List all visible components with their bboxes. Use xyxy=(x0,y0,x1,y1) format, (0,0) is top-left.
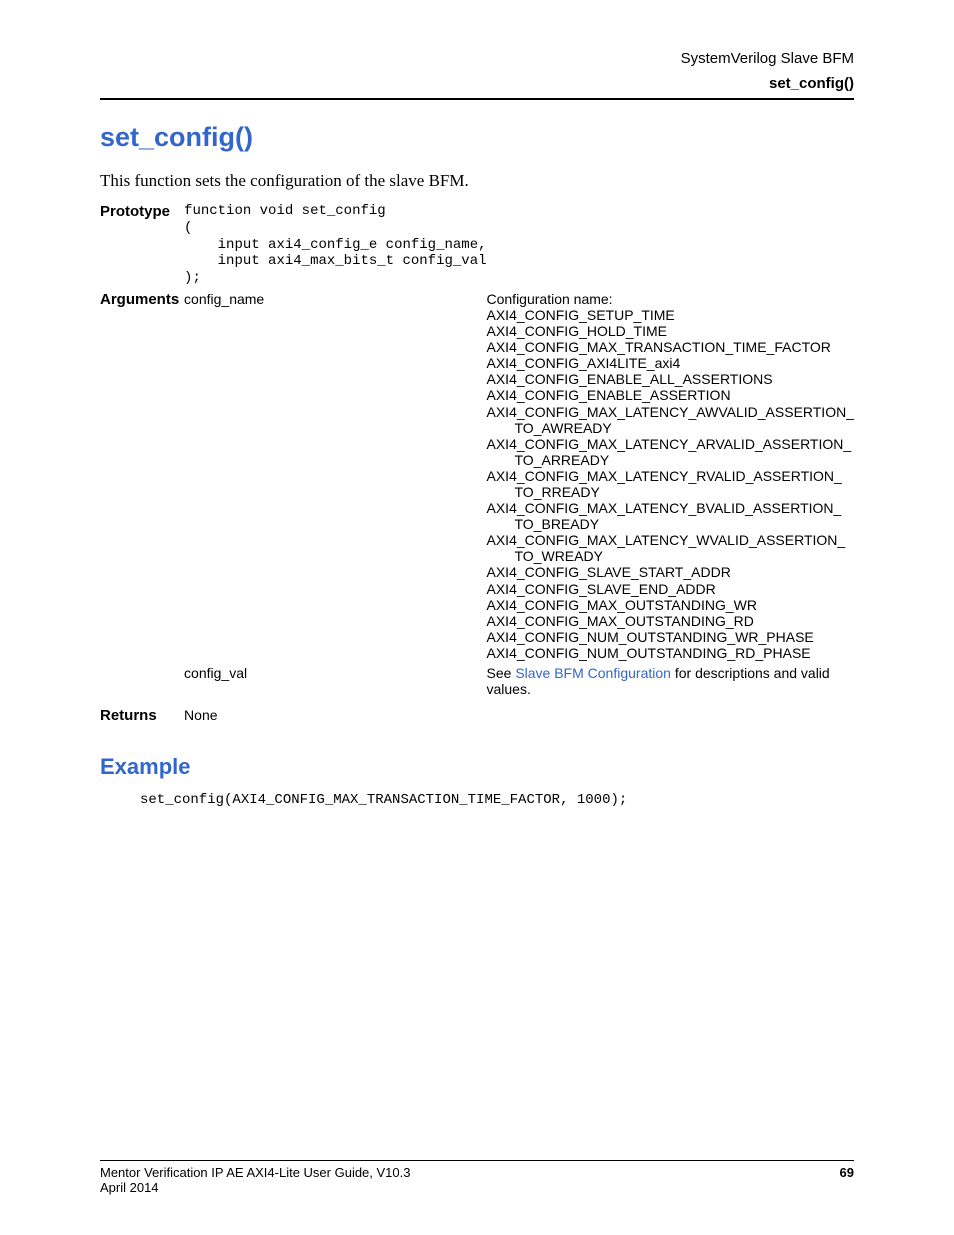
config-enum-item: AXI4_CONFIG_NUM_OUTSTANDING_RD_PHASE xyxy=(487,645,855,661)
config-name-list: AXI4_CONFIG_SETUP_TIMEAXI4_CONFIG_HOLD_T… xyxy=(487,307,855,661)
config-enum-item: AXI4_CONFIG_HOLD_TIME xyxy=(487,323,855,339)
config-val-prefix: See xyxy=(487,665,516,681)
returns-value: None xyxy=(184,701,486,728)
returns-label: Returns xyxy=(100,701,184,728)
page-number: 69 xyxy=(840,1165,854,1180)
config-enum-item: AXI4_CONFIG_ENABLE_ASSERTION xyxy=(487,387,855,403)
example-code: set_config(AXI4_CONFIG_MAX_TRANSACTION_T… xyxy=(100,792,854,808)
footer-title: Mentor Verification IP AE AXI4-Lite User… xyxy=(100,1165,410,1180)
config-enum-item: AXI4_CONFIG_MAX_OUTSTANDING_RD xyxy=(487,613,855,629)
config-enum-item: AXI4_CONFIG_MAX_LATENCY_AWVALID_ASSERTIO… xyxy=(487,404,855,420)
config-enum-item: AXI4_CONFIG_ENABLE_ALL_ASSERTIONS xyxy=(487,371,855,387)
config-enum-item: AXI4_CONFIG_AXI4LITE_axi4 xyxy=(487,355,855,371)
config-enum-item: TO_WREADY xyxy=(487,548,855,564)
config-enum-item: AXI4_CONFIG_MAX_OUTSTANDING_WR xyxy=(487,597,855,613)
header-divider xyxy=(100,98,854,100)
arguments-label: Arguments xyxy=(100,291,184,665)
prototype-code: function void set_config ( input axi4_co… xyxy=(184,203,486,287)
config-enum-item: TO_RREADY xyxy=(487,484,855,500)
config-enum-item: AXI4_CONFIG_MAX_LATENCY_WVALID_ASSERTION… xyxy=(487,532,855,548)
config-enum-item: AXI4_CONFIG_SLAVE_END_ADDR xyxy=(487,581,855,597)
config-enum-item: AXI4_CONFIG_MAX_LATENCY_ARVALID_ASSERTIO… xyxy=(487,436,855,452)
config-enum-item: AXI4_CONFIG_MAX_LATENCY_RVALID_ASSERTION… xyxy=(487,468,855,484)
config-enum-item: TO_BREADY xyxy=(487,516,855,532)
argument-name-config-name: config_name xyxy=(184,291,486,665)
config-name-desc-header: Configuration name: xyxy=(487,291,855,307)
config-enum-item: AXI4_CONFIG_MAX_TRANSACTION_TIME_FACTOR xyxy=(487,339,855,355)
config-enum-item: AXI4_CONFIG_SLAVE_START_ADDR xyxy=(487,564,855,580)
config-enum-item: TO_AWREADY xyxy=(487,420,855,436)
intro-text: This function sets the configuration of … xyxy=(100,171,854,191)
config-enum-item: AXI4_CONFIG_MAX_LATENCY_BVALID_ASSERTION… xyxy=(487,500,855,516)
config-enum-item: TO_ARREADY xyxy=(487,452,855,468)
footer-date: April 2014 xyxy=(100,1180,854,1195)
argument-name-config-val: config_val xyxy=(184,665,486,701)
config-val-desc: See Slave BFM Configuration for descript… xyxy=(487,665,855,701)
footer-divider xyxy=(100,1160,854,1161)
header-breadcrumb: SystemVerilog Slave BFM xyxy=(100,50,854,67)
page-title: set_config() xyxy=(100,122,854,153)
config-enum-item: AXI4_CONFIG_NUM_OUTSTANDING_WR_PHASE xyxy=(487,629,855,645)
prototype-label: Prototype xyxy=(100,203,184,291)
example-heading: Example xyxy=(100,754,854,780)
slave-bfm-config-link[interactable]: Slave BFM Configuration xyxy=(515,665,671,681)
config-enum-item: AXI4_CONFIG_SETUP_TIME xyxy=(487,307,855,323)
header-function-name: set_config() xyxy=(100,75,854,92)
